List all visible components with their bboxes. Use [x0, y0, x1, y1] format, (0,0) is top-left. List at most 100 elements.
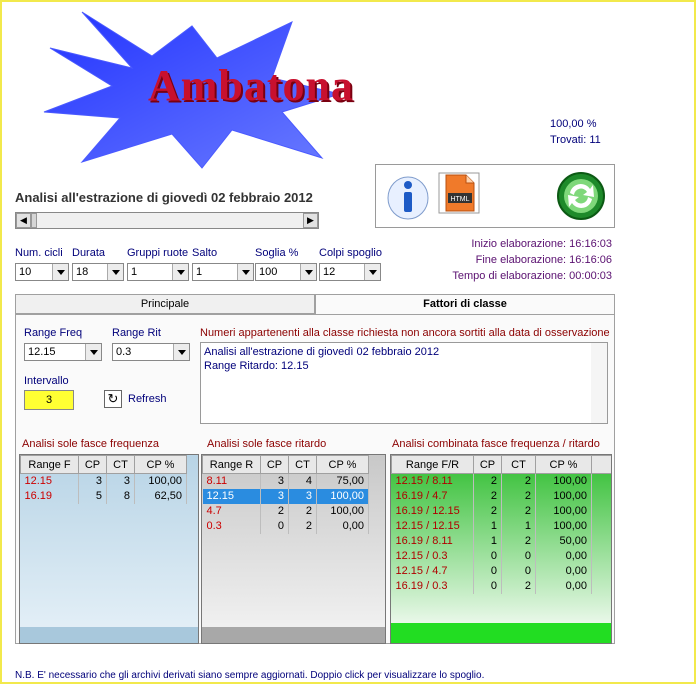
table-row[interactable]: 0.3 0 2 0,00 — [202, 518, 369, 534]
chevron-down-icon — [52, 264, 68, 280]
memo-line-2: Range Ritardo: 12.15 — [204, 360, 309, 372]
header-cp-pct[interactable]: CP % — [535, 455, 592, 474]
refresh-label[interactable]: Refresh — [128, 393, 167, 405]
refresh-icon[interactable]: ↻ — [104, 390, 122, 408]
value-cell: 2 — [473, 488, 502, 504]
tab-fattori-di-classe[interactable]: Fattori di classe — [315, 294, 615, 316]
value-cell: 50,00 — [535, 533, 592, 549]
table-row[interactable]: 12.15 / 4.7 0 0 0,00 — [391, 563, 611, 579]
range-cell: 12.15 / 8.11 — [391, 473, 474, 489]
durata-select[interactable]: 18 — [72, 263, 124, 281]
tab-control: Principale Fattori di classe Range Freq … — [15, 294, 615, 654]
freq-grid-footer — [20, 627, 198, 643]
header-ct[interactable]: CT — [501, 455, 536, 474]
value-cell: 62,50 — [134, 488, 187, 504]
value-cell: 0,00 — [535, 578, 592, 594]
value-cell: 0,00 — [535, 563, 592, 579]
chevron-down-icon — [300, 264, 316, 280]
colpi-spoglio-label: Colpi spoglio — [319, 247, 382, 259]
range-rit-select[interactable]: 0.3 — [112, 343, 190, 361]
soglia-select[interactable]: 100 — [255, 263, 317, 281]
spacer-cell — [591, 548, 611, 564]
table-row[interactable]: 16.19 / 0.3 0 2 0,00 — [391, 578, 611, 594]
chevron-down-icon — [107, 264, 123, 280]
refresh-cycle-button[interactable] — [556, 171, 606, 221]
header-range-f[interactable]: Range F — [20, 455, 79, 474]
scroll-right-icon[interactable]: ▶ — [303, 213, 318, 228]
tab-principale[interactable]: Principale — [15, 294, 315, 314]
table-row[interactable]: 16.19 / 12.15 2 2 100,00 — [391, 503, 611, 519]
tempo-elaborazione: Tempo di elaborazione: 00:00:03 — [452, 270, 612, 282]
fattori-panel: Range Freq 12.15 Range Rit 0.3 Intervall… — [15, 314, 615, 644]
range-cell: 16.19 — [20, 488, 79, 504]
range-cell: 16.19 / 0.3 — [391, 578, 474, 594]
header-cp[interactable]: CP — [260, 455, 289, 474]
table-row[interactable]: 12.15 / 0.3 0 0 0,00 — [391, 548, 611, 564]
value-cell: 1 — [473, 533, 502, 549]
table-row[interactable]: 16.19 / 8.11 1 2 50,00 — [391, 533, 611, 549]
info-button[interactable] — [386, 171, 430, 221]
main-window: Ambatona 100,00 % Trovati: 11 HTML Anali… — [0, 0, 696, 684]
table-row[interactable]: 16.19 5 8 62,50 — [20, 488, 187, 504]
num-cicli-label: Num. cicli — [15, 247, 63, 259]
memo-line-1: Analisi all'estrazione di giovedì 02 feb… — [204, 346, 440, 358]
value-cell: 100,00 — [535, 518, 592, 534]
range-cell: 16.19 / 12.15 — [391, 503, 474, 519]
analysis-title: Analisi all'estrazione di giovedì 02 feb… — [15, 190, 313, 205]
range-freq-label: Range Freq — [24, 327, 83, 339]
value-cell: 3 — [106, 473, 135, 489]
html-export-button[interactable]: HTML — [438, 171, 482, 217]
table-row[interactable]: 12.15 3 3 100,00 — [202, 488, 369, 504]
range-rit-label: Range Rit — [112, 327, 161, 339]
range-cell: 12.15 / 4.7 — [391, 563, 474, 579]
scroll-thumb[interactable] — [31, 213, 37, 228]
value-cell: 4 — [288, 473, 317, 489]
value-cell: 2 — [288, 518, 317, 534]
value-cell: 100,00 — [535, 488, 592, 504]
date-scrollbar[interactable]: ◀ ▶ — [15, 212, 319, 229]
value-cell: 3 — [288, 488, 317, 504]
table-row[interactable]: 12.15 / 12.15 1 1 100,00 — [391, 518, 611, 534]
header-cp[interactable]: CP — [473, 455, 502, 474]
header-range-fr[interactable]: Range F/R — [391, 455, 474, 474]
scroll-left-icon[interactable]: ◀ — [16, 213, 31, 228]
memo-scrollbar[interactable] — [591, 343, 607, 423]
rit-grid[interactable]: Range R CP CT CP % 8.11 3 4 75,00 12.15 3 3 100… — [201, 454, 386, 644]
rit-grid-footer — [202, 627, 385, 643]
gruppi-ruote-select[interactable]: 1 — [127, 263, 189, 281]
memo-title: Numeri appartenenti alla classe richiest… — [200, 327, 610, 339]
header-cp[interactable]: CP — [78, 455, 107, 474]
memo-box[interactable]: Analisi all'estrazione di giovedì 02 feb… — [200, 342, 608, 424]
range-freq-select[interactable]: 12.15 — [24, 343, 102, 361]
num-cicli-select[interactable]: 10 — [15, 263, 69, 281]
header-cp-pct[interactable]: CP % — [134, 455, 187, 474]
inizio-elaborazione: Inizio elaborazione: 16:16:03 — [471, 238, 612, 250]
value-cell: 0 — [260, 518, 289, 534]
header-ct[interactable]: CT — [106, 455, 135, 474]
header-ct[interactable]: CT — [288, 455, 317, 474]
salto-select[interactable]: 1 — [192, 263, 254, 281]
table-row[interactable]: 4.7 2 2 100,00 — [202, 503, 369, 519]
percent-value: 100,00 % — [550, 118, 597, 130]
colpi-spoglio-select[interactable]: 12 — [319, 263, 381, 281]
table-row[interactable]: 12.15 3 3 100,00 — [20, 473, 187, 489]
range-cell: 16.19 / 4.7 — [391, 488, 474, 504]
freq-grid[interactable]: Range F CP CT CP % 12.15 3 3 100,00 16.19 5 8 6… — [19, 454, 199, 644]
svg-text:HTML: HTML — [450, 196, 469, 203]
spacer-cell — [591, 503, 611, 519]
value-cell: 2 — [473, 473, 502, 489]
header-cp-pct[interactable]: CP % — [316, 455, 369, 474]
header-range-r[interactable]: Range R — [202, 455, 261, 474]
table-row[interactable]: 8.11 3 4 75,00 — [202, 473, 369, 489]
table-row[interactable]: 12.15 / 8.11 2 2 100,00 — [391, 473, 611, 489]
range-cell: 16.19 / 8.11 — [391, 533, 474, 549]
value-cell: 2 — [501, 533, 536, 549]
intervallo-input[interactable]: 3 — [24, 390, 74, 410]
comb-grid[interactable]: Range F/R CP CT CP % 12.15 / 8.11 2 2 100,0… — [390, 454, 612, 644]
range-cell: 12.15 / 0.3 — [391, 548, 474, 564]
table-row[interactable]: 16.19 / 4.7 2 2 100,00 — [391, 488, 611, 504]
value-cell: 2 — [260, 503, 289, 519]
chevron-down-icon — [364, 264, 380, 280]
action-toolbar: HTML — [375, 164, 615, 228]
value-cell: 100,00 — [316, 488, 369, 504]
